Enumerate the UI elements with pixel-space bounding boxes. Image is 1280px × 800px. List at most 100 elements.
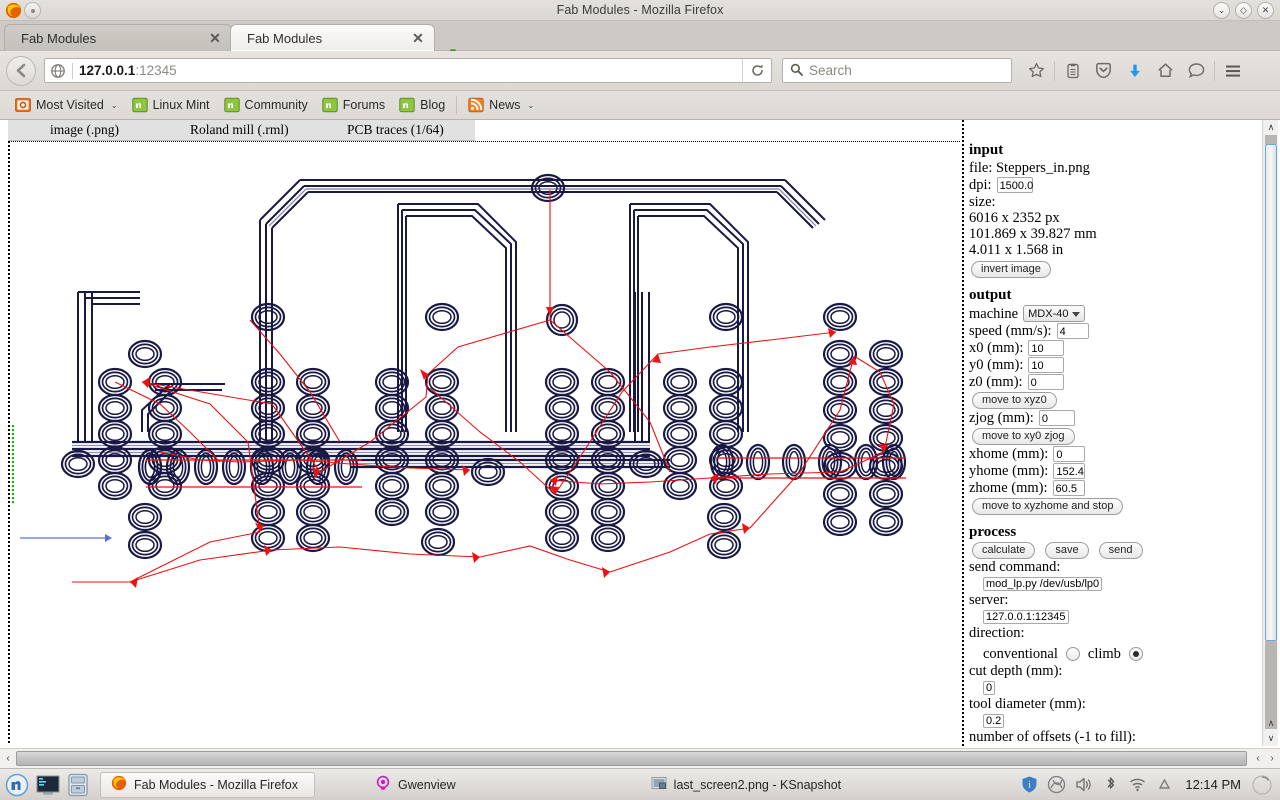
scroll-left-arrow-icon[interactable]: ‹	[1, 749, 15, 768]
start-menu-button[interactable]	[2, 770, 32, 800]
bookmark-blog[interactable]: Blog	[392, 95, 452, 115]
dpi-input[interactable]: 1500.0	[996, 177, 1033, 193]
y0-input[interactable]: 10	[1028, 357, 1065, 373]
taskbar-item-label: Fab Modules - Mozilla Firefox	[134, 777, 298, 792]
security-icon[interactable]	[1046, 775, 1066, 795]
page-horizontal-scrollbar[interactable]: ‹ ‹ ›	[0, 748, 1280, 768]
mint-icon	[131, 97, 148, 113]
cut-depth-input[interactable]: 0	[983, 681, 996, 695]
scroll-down-arrow-icon-2[interactable]: ∨	[1263, 731, 1279, 746]
zhome-input[interactable]: 60.5	[1052, 480, 1085, 496]
bookmark-community[interactable]: Community	[217, 95, 315, 115]
bookmark-linux-mint[interactable]: Linux Mint	[125, 95, 217, 115]
tool-diameter-input[interactable]: 0.2	[983, 714, 1005, 728]
maximize-button[interactable]: ◇	[1235, 2, 1252, 19]
dpi-label: dpi:	[969, 177, 992, 193]
bookmarks-toolbar: Most Visited ⌄ Linux Mint Community Foru…	[0, 91, 1280, 120]
input-heading: input	[969, 142, 1004, 158]
url-bar[interactable]: 127.0.0.1:12345	[44, 58, 772, 83]
taskbar-item-firefox[interactable]: Fab Modules - Mozilla Firefox	[100, 771, 315, 798]
sync-chat-icon[interactable]	[1181, 57, 1212, 85]
z0-input[interactable]: 0	[1027, 374, 1064, 390]
server-input[interactable]: 127.0.0.1:12345	[983, 610, 1069, 624]
window-title: Fab Modules - Mozilla Firefox	[556, 3, 724, 17]
tab-close-icon[interactable]: ✕	[410, 30, 426, 46]
move-to-xy0-zjog-button[interactable]: move to xy0 zjog	[972, 428, 1075, 445]
menu-icon[interactable]	[1217, 57, 1248, 85]
taskbar-item-ksnapshot[interactable]: last_screen2.png - KSnapshot	[641, 772, 851, 798]
ksnapshot-icon	[651, 775, 667, 794]
xhome-input[interactable]: 0	[1053, 446, 1086, 462]
bookmark-news[interactable]: News ⌄	[461, 95, 541, 115]
bookmark-label: Community	[244, 98, 308, 112]
tab-list-button[interactable]	[24, 2, 41, 19]
home-icon[interactable]	[1150, 57, 1181, 85]
taskbar-item-gwenview[interactable]: Gwenview	[365, 772, 466, 798]
move-to-xyz0-button[interactable]: move to xyz0	[972, 392, 1057, 409]
invert-image-button[interactable]: invert image	[971, 261, 1051, 278]
calculate-button[interactable]: calculate	[972, 542, 1036, 559]
format-button-pcb-traces[interactable]: PCB traces (1/64)	[347, 122, 444, 138]
bookmark-label: News	[489, 98, 521, 112]
scrollbar-track-upper[interactable]	[1265, 135, 1277, 144]
tool-diameter-label: tool diameter (mm):	[969, 696, 1086, 712]
pocket-icon[interactable]	[1088, 57, 1119, 85]
back-button[interactable]	[6, 55, 36, 86]
speed-input[interactable]: 4	[1056, 323, 1089, 339]
x0-input[interactable]: 10	[1028, 340, 1065, 356]
scroll-up-arrow-icon[interactable]: ∧	[1263, 120, 1279, 135]
scroll-right-arrow-icon[interactable]: ‹	[1251, 749, 1265, 768]
show-desktop-icon[interactable]	[34, 771, 62, 799]
mint-icon	[399, 97, 415, 113]
update-shield-icon[interactable]: i	[1019, 775, 1039, 795]
bookmark-divider	[456, 96, 458, 114]
system-tray: i 12:14 PM	[1019, 774, 1280, 795]
workspace-switcher-icon[interactable]	[1252, 774, 1272, 795]
bookmark-forums[interactable]: Forums	[315, 95, 392, 115]
wifi-icon[interactable]	[1127, 775, 1147, 795]
gwenview-icon	[375, 775, 391, 794]
zjog-input[interactable]: 0	[1038, 410, 1075, 426]
yhome-input[interactable]: 152.4	[1053, 463, 1086, 479]
format-button-roland-rml[interactable]: Roland mill (.rml)	[190, 122, 289, 138]
process-heading: process	[969, 524, 1017, 540]
reader-list-icon[interactable]	[1057, 57, 1088, 85]
volume-icon[interactable]	[1073, 775, 1093, 795]
tab-close-icon[interactable]: ✕	[207, 30, 223, 46]
bookmark-most-visited[interactable]: Most Visited ⌄	[8, 95, 125, 115]
scroll-down-arrow-icon[interactable]: ∧	[1263, 716, 1279, 731]
climb-radio[interactable]	[1128, 647, 1143, 661]
machine-select[interactable]: MDX-40	[1023, 305, 1086, 322]
window-controls: ⌄ ◇ ✕	[1213, 2, 1274, 19]
scrollbar-thumb[interactable]	[1265, 144, 1277, 641]
save-button[interactable]: save	[1045, 542, 1089, 559]
page-vertical-scrollbar[interactable]: ∧ ∧ ∨	[1262, 120, 1278, 746]
keyboard-layout-icon[interactable]	[1154, 775, 1174, 795]
offsets-label: number of offsets (-1 to fill):	[969, 729, 1136, 745]
scroll-right-arrow-icon-2[interactable]: ›	[1265, 749, 1279, 768]
reload-button[interactable]	[742, 59, 771, 82]
conventional-radio[interactable]	[1065, 647, 1080, 661]
browser-tab-2[interactable]: Fab Modules ✕	[230, 24, 435, 51]
chevron-down-icon: ⌄	[110, 100, 118, 110]
size-in: 4.011 x 1.568 in	[969, 242, 1064, 258]
move-to-xyzhome-button[interactable]: move to xyzhome and stop	[972, 498, 1124, 515]
hscroll-thumb[interactable]	[16, 751, 1247, 766]
tab-strip: Fab Modules ✕ Fab Modules ✕	[0, 21, 1280, 65]
size-mm: 101.869 x 39.827 mm	[969, 226, 1097, 242]
send-button[interactable]: send	[1098, 542, 1143, 559]
search-box[interactable]: Search	[782, 58, 1012, 83]
files-icon[interactable]	[64, 771, 92, 799]
format-button-image-png[interactable]: image (.png)	[50, 122, 119, 138]
browser-tab-1[interactable]: Fab Modules ✕	[4, 24, 232, 51]
bluetooth-icon[interactable]	[1100, 775, 1120, 795]
send-command-input[interactable]: mod_lp.py /dev/usb/lp0	[983, 577, 1103, 591]
taskbar-clock[interactable]: 12:14 PM	[1181, 777, 1245, 792]
url-text: 127.0.0.1:12345	[79, 63, 177, 78]
star-icon[interactable]	[1021, 57, 1052, 85]
minimize-button[interactable]: ⌄	[1213, 2, 1230, 19]
downloads-icon[interactable]	[1119, 57, 1150, 85]
toolpath-preview[interactable]	[8, 141, 960, 743]
close-button[interactable]: ✕	[1257, 2, 1274, 19]
fabmodules-control-panel: input file: Steppers_in.png dpi: 1500.0 …	[962, 120, 1262, 746]
